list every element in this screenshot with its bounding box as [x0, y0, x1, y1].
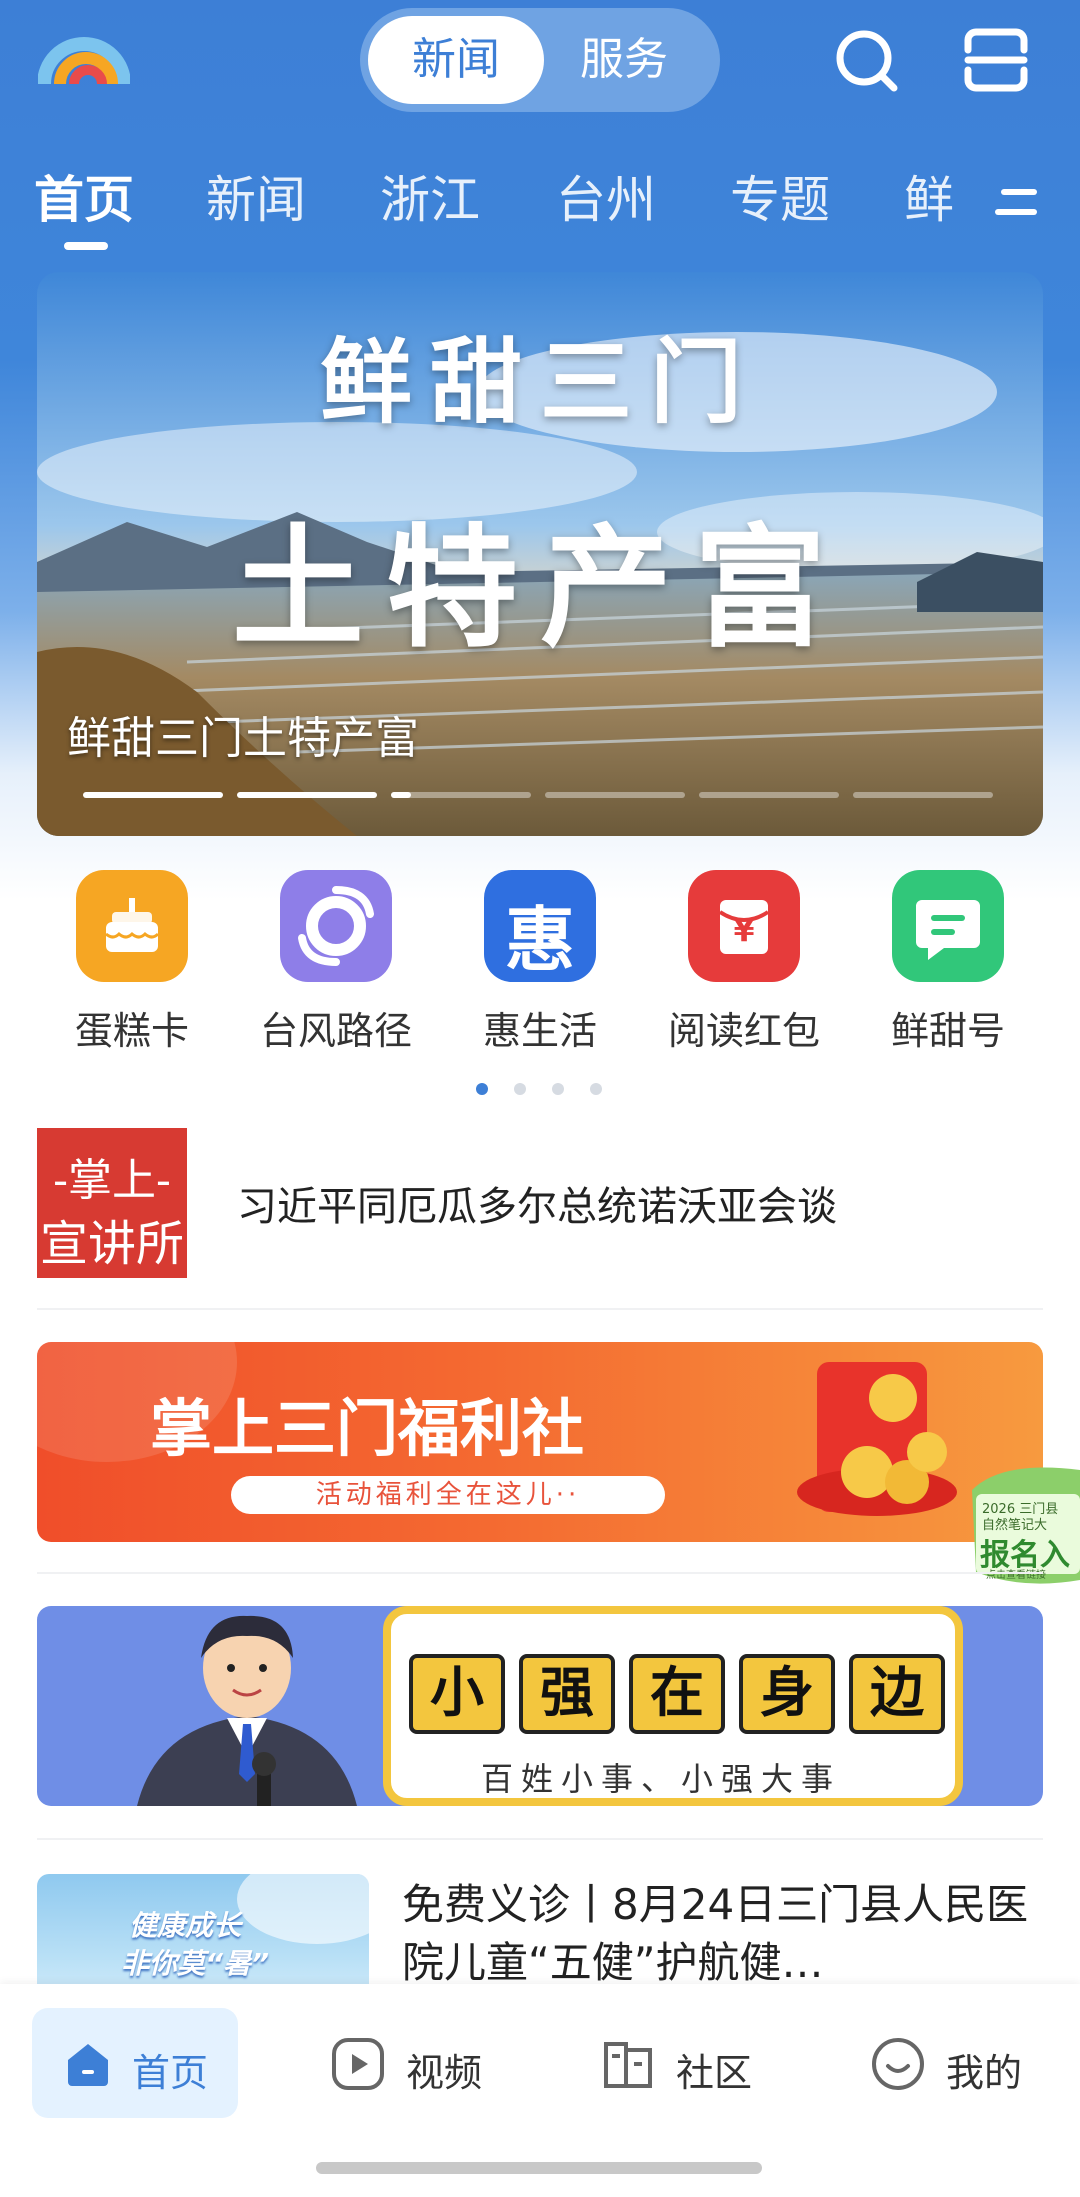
quick-link-typhoon[interactable]: 台风路径 — [236, 870, 436, 1060]
title-char: 身 — [739, 1654, 835, 1734]
quick-link-label: 阅读红包 — [667, 1009, 820, 1053]
tab-topics[interactable]: 专题 — [730, 160, 830, 240]
nav-community[interactable]: 社区 — [570, 2008, 780, 2118]
segment-news[interactable]: 新闻 — [368, 16, 544, 104]
home-indicator[interactable] — [316, 2162, 762, 2174]
xiaoqiang-board: 小 强 在 身 边 百姓小事、小强大事 — [383, 1606, 963, 1806]
tab-xian[interactable]: 鲜 — [904, 160, 954, 240]
quick-link-label: 台风路径 — [259, 1009, 412, 1053]
promo-subtitle: 活动福利全在这儿·· — [231, 1476, 665, 1514]
tab-active-indicator — [64, 242, 108, 250]
app-header: 新闻 服务 — [0, 0, 1080, 130]
channel-tabs: 首页 新闻 浙江 台州 专题 鲜 — [0, 160, 1080, 250]
title-char: 强 — [519, 1654, 615, 1734]
news-item[interactable]: -掌上- 宣讲所 习近平同厄瓜多尔总统诺沃亚会谈 — [37, 1128, 1043, 1278]
banner-dot — [853, 792, 993, 798]
nav-home[interactable]: 首页 — [32, 2008, 238, 2118]
signup-float-badge[interactable]: 2026 三门县 自然笔记大 报名入 点击查看链接 — [962, 1460, 1080, 1590]
search-icon[interactable] — [830, 24, 902, 96]
home-icon — [60, 2036, 116, 2092]
hero-banner[interactable]: 鲜甜三门 土特产富 鲜甜三门土特产富 — [37, 272, 1043, 836]
cake-icon — [76, 870, 188, 982]
app-logo-icon — [37, 28, 131, 92]
banner-caption: 鲜甜三门土特产富 — [67, 713, 419, 764]
quick-links-pager — [0, 1083, 1080, 1097]
banner-dot — [545, 792, 685, 798]
tab-zhejiang[interactable]: 浙江 — [380, 160, 480, 240]
xiaoqiang-banner[interactable]: 小 强 在 身 边 百姓小事、小强大事 — [37, 1606, 1043, 1806]
tab-home[interactable]: 首页 — [34, 160, 134, 240]
nav-label: 社区 — [676, 2051, 753, 2095]
community-icon — [600, 2036, 656, 2092]
typhoon-icon — [280, 870, 392, 982]
segment-service[interactable]: 服务 — [536, 16, 712, 104]
quick-link-xiantian-hao[interactable]: 鲜甜号 — [848, 870, 1048, 1060]
quick-link-label: 鲜甜号 — [890, 1009, 1005, 1053]
hui-icon: 惠 — [484, 870, 596, 982]
title-char: 小 — [409, 1654, 505, 1734]
news-service-switch: 新闻 服务 — [360, 8, 720, 112]
news-title: 习近平同厄瓜多尔总统诺沃亚会谈 — [237, 1184, 837, 1230]
quick-links: 蛋糕卡 台风路径 惠 惠生活 ¥ 阅读红包 鲜甜号 — [0, 870, 1080, 1060]
banner-title-top: 鲜甜三门 — [319, 328, 760, 436]
nav-mine[interactable]: 我的 — [840, 2008, 1050, 2118]
title-char: 在 — [629, 1654, 725, 1734]
red-packet-icon: ¥ — [688, 870, 800, 982]
nav-label: 首页 — [132, 2051, 209, 2095]
tab-news[interactable]: 新闻 — [206, 160, 306, 240]
banner-title-main: 土特产富 — [232, 511, 848, 666]
divider — [37, 1572, 1043, 1574]
quick-link-label: 蛋糕卡 — [74, 1009, 189, 1053]
play-icon — [330, 2036, 386, 2092]
banner-dot — [699, 792, 839, 798]
banner-dot — [237, 792, 377, 798]
title-char: 边 — [849, 1654, 945, 1734]
banner-dot — [391, 792, 531, 798]
news-title[interactable]: 免费义诊丨8月24日三门县人民医院儿童“五健”护航健… — [402, 1876, 1042, 1992]
xiaoqiang-subtitle: 百姓小事、小强大事 — [481, 1760, 842, 1798]
quick-link-cake-card[interactable]: 蛋糕卡 — [32, 870, 232, 1060]
scan-menu-icon[interactable] — [960, 24, 1032, 96]
quick-link-hui-life[interactable]: 惠 惠生活 — [440, 870, 640, 1060]
nav-video[interactable]: 视频 — [300, 2008, 510, 2118]
welfare-promo-banner[interactable]: 掌上三门福利社 活动福利全在这儿·· — [37, 1342, 1043, 1542]
smile-icon — [870, 2036, 926, 2092]
pager-dot — [476, 1083, 488, 1095]
divider — [37, 1308, 1043, 1310]
pager-dot — [590, 1083, 602, 1095]
divider — [37, 1838, 1043, 1840]
pager-dot — [514, 1083, 526, 1095]
pager-dot — [552, 1083, 564, 1095]
nav-label: 视频 — [406, 2051, 483, 2095]
banner-pagination — [83, 792, 1003, 800]
quick-link-label: 惠生活 — [482, 1009, 597, 1053]
tab-taizhou[interactable]: 台州 — [556, 160, 656, 240]
banner-dot — [83, 792, 223, 798]
message-icon — [892, 870, 1004, 982]
news-thumbnail: -掌上- 宣讲所 — [37, 1128, 187, 1278]
nav-label: 我的 — [946, 2051, 1023, 2095]
channel-more-icon[interactable] — [994, 184, 1038, 220]
quick-link-read-red-packet[interactable]: ¥ 阅读红包 — [644, 870, 844, 1060]
promo-title: 掌上三门福利社 — [149, 1392, 584, 1465]
